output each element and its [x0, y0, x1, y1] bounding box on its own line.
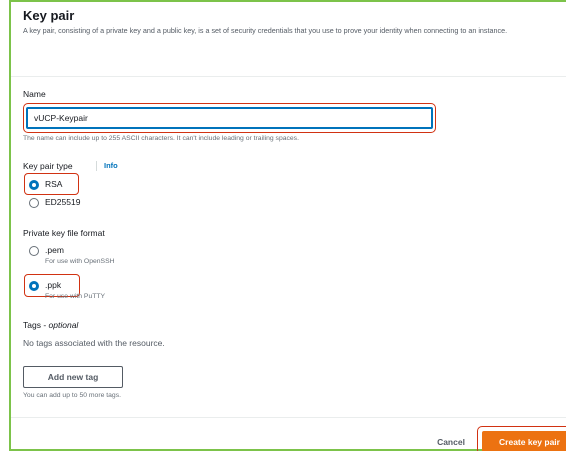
key-pair-type-label: Key pair type — [23, 161, 73, 171]
info-separator — [96, 161, 97, 171]
key-pair-panel: Key pair A key pair, consisting of a pri… — [11, 2, 566, 451]
cancel-button[interactable]: Cancel — [421, 432, 481, 451]
name-input[interactable] — [26, 107, 433, 129]
ed25519-radio[interactable] — [29, 198, 39, 208]
add-new-tag-button[interactable]: Add new tag — [23, 366, 123, 388]
rsa-radio[interactable] — [29, 180, 39, 190]
pem-label[interactable]: .pem — [45, 245, 64, 255]
panel-description: A key pair, consisting of a private key … — [23, 26, 508, 35]
pem-radio[interactable] — [29, 246, 39, 256]
tags-label: Tags - optional — [23, 320, 79, 330]
tags-limit-hint: You can add up to 50 more tags. — [23, 392, 121, 399]
tags-title: Tags — [23, 320, 41, 330]
footer-divider — [11, 417, 566, 418]
tags-empty-text: No tags associated with the resource. — [23, 338, 165, 348]
file-format-label: Private key file format — [23, 228, 105, 238]
key-pair-frame: Key pair A key pair, consisting of a pri… — [9, 0, 566, 451]
ppk-description: For use with PuTTY — [45, 293, 106, 300]
pem-description: For use with OpenSSH — [45, 258, 115, 265]
panel-header: Key pair A key pair, consisting of a pri… — [23, 8, 563, 36]
name-label: Name — [23, 89, 46, 99]
name-hint: The name can include up to 255 ASCII cha… — [23, 135, 299, 142]
panel-title: Key pair — [23, 8, 75, 23]
rsa-label[interactable]: RSA — [45, 179, 62, 189]
ppk-radio[interactable] — [29, 281, 39, 291]
tags-optional: optional — [48, 320, 79, 330]
create-key-pair-button[interactable]: Create key pair — [482, 431, 566, 451]
header-divider — [11, 76, 566, 77]
ed25519-label[interactable]: ED25519 — [45, 197, 80, 207]
info-link[interactable]: Info — [104, 161, 118, 170]
ppk-label[interactable]: .ppk — [45, 280, 61, 290]
